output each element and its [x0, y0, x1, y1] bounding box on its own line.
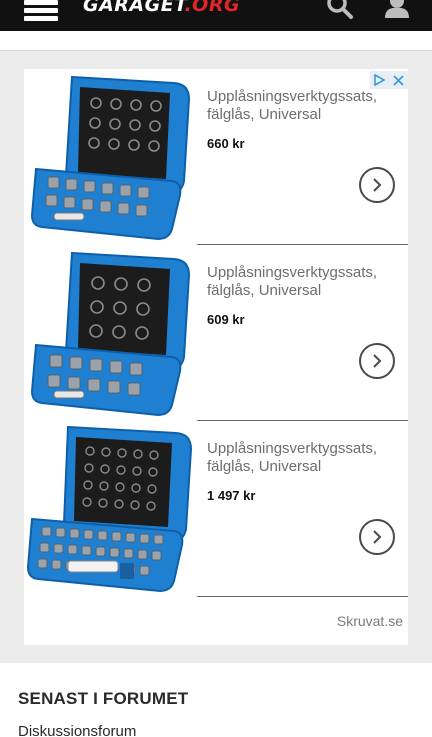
ad-price: 609 kr	[207, 312, 245, 327]
logo-text: GARAGET	[83, 0, 185, 16]
ad-price: 660 kr	[207, 136, 245, 151]
menu-bar-line	[24, 16, 58, 21]
close-icon[interactable]	[389, 71, 408, 89]
ad-title[interactable]: Upplåsningsverktygssats, fälglås, Univer…	[207, 264, 402, 300]
adchoices-badge[interactable]	[370, 71, 408, 89]
section-heading: SENAST I FORUMET	[18, 689, 189, 708]
top-navigation-bar: GARAGET.ORG	[0, 0, 432, 31]
adchoices-play-icon[interactable]	[370, 71, 389, 89]
search-icon[interactable]	[324, 0, 354, 20]
menu-bar-line	[24, 8, 58, 13]
ad-item[interactable]: Upplåsningsverktygssats, fälglås, Univer…	[24, 245, 408, 421]
blue-tool-case-image	[24, 245, 197, 421]
ad-text-panel: Upplåsningsverktygssats, fälglås, Univer…	[197, 421, 408, 597]
header-spacer	[0, 31, 432, 51]
logo-accent-text: .ORG	[184, 0, 241, 16]
blue-tool-case-image	[24, 69, 197, 245]
product-ad-block: Upplåsningsverktygssats, fälglås, Univer…	[24, 69, 408, 645]
ad-item[interactable]: Upplåsningsverktygssats, fälglås, Univer…	[24, 421, 408, 597]
ad-title[interactable]: Upplåsningsverktygssats, fälglås, Univer…	[207, 88, 402, 124]
user-icon[interactable]	[382, 0, 412, 20]
forum-section: SENAST I FORUMET Diskussionsforum	[0, 663, 432, 737]
hamburger-menu-icon[interactable]	[24, 0, 60, 22]
site-logo[interactable]: GARAGET.ORG	[83, 0, 240, 16]
ad-item[interactable]: Upplåsningsverktygssats, fälglås, Univer…	[24, 69, 408, 245]
ad-source-link[interactable]: Skruvat.se	[337, 613, 403, 629]
chevron-right-icon[interactable]	[359, 343, 395, 379]
blue-tool-case-image	[24, 421, 197, 597]
menu-bar-line	[24, 0, 58, 5]
ad-price: 1 497 kr	[207, 488, 256, 503]
chevron-right-icon[interactable]	[359, 519, 395, 555]
ad-text-panel: Upplåsningsverktygssats, fälglås, Univer…	[197, 245, 408, 421]
chevron-right-icon[interactable]	[359, 167, 395, 203]
ad-title[interactable]: Upplåsningsverktygssats, fälglås, Univer…	[207, 440, 402, 476]
ad-text-panel: Upplåsningsverktygssats, fälglås, Univer…	[197, 69, 408, 245]
forum-link[interactable]: Diskussionsforum	[18, 723, 136, 737]
